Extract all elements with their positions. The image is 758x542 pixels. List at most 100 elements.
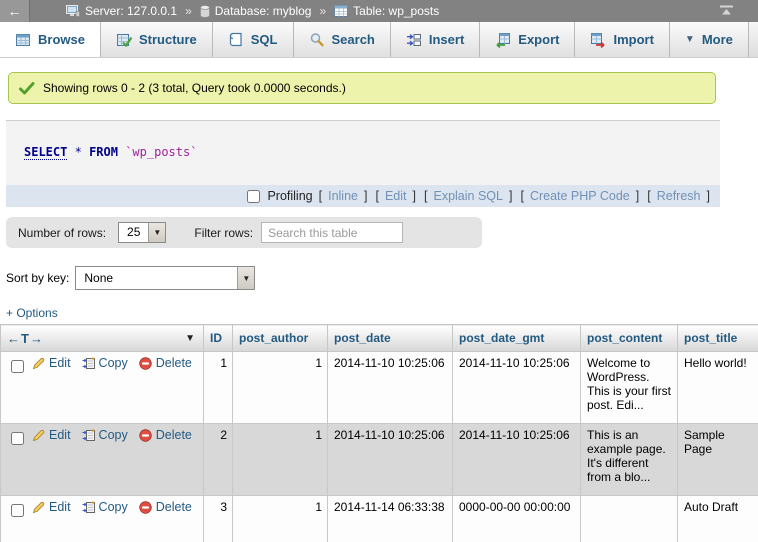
delete-action[interactable]: Delete	[139, 428, 192, 442]
row-checkbox[interactable]	[11, 432, 24, 445]
inline-link[interactable]: Inline	[328, 189, 358, 203]
column-header-post-date[interactable]: post_date	[328, 325, 453, 352]
copy-action[interactable]: Copy	[82, 500, 128, 514]
cell-post-title: Sample Page	[678, 424, 758, 496]
copy-action[interactable]: Copy	[82, 428, 128, 442]
copy-link[interactable]: Copy	[99, 356, 128, 370]
breadcrumb-database-label[interactable]: Database: myblog	[215, 4, 312, 18]
bracket: [	[373, 189, 380, 203]
cell-post-author: 1	[233, 352, 328, 424]
sort-desc-icon[interactable]: ▼	[185, 333, 195, 344]
tab-sql[interactable]: SQL	[213, 22, 294, 57]
options-toggle: + Options	[6, 306, 758, 320]
breadcrumb: Server: 127.0.0.1 » Database: myblog » T…	[66, 4, 439, 18]
select-caret-icon: ▼	[153, 228, 161, 237]
number-of-rows-label: Number of rows:	[18, 226, 106, 240]
column-order-icon[interactable]: ←T→	[7, 331, 44, 346]
bracket: [	[422, 189, 429, 203]
tab-search[interactable]: Search	[294, 22, 391, 57]
column-header-post-title[interactable]: post_title	[678, 325, 758, 352]
copy-icon	[82, 501, 95, 514]
structure-icon	[116, 32, 132, 48]
tab-browse[interactable]: Browse	[0, 22, 101, 57]
create-php-code-link[interactable]: Create PHP Code	[530, 189, 630, 203]
tab-structure[interactable]: Structure	[101, 22, 213, 57]
pencil-icon	[32, 501, 45, 514]
row-actions: Edit Copy Delete	[1, 424, 204, 496]
breadcrumb-server-label[interactable]: Server: 127.0.0.1	[85, 4, 177, 18]
delete-link[interactable]: Delete	[156, 356, 192, 370]
breadcrumb-server[interactable]: Server: 127.0.0.1	[66, 4, 177, 18]
options-link[interactable]: + Options	[6, 306, 58, 320]
collapse-navigation-button[interactable]	[719, 5, 734, 19]
copy-action[interactable]: Copy	[82, 356, 128, 370]
edit-query-link[interactable]: Edit	[385, 189, 407, 203]
tab-more-label: More	[702, 32, 733, 47]
more-caret-icon: ▼	[685, 34, 695, 45]
number-of-rows-select[interactable]: 25 ▼	[118, 222, 166, 243]
edit-action[interactable]: Edit	[32, 500, 71, 514]
column-header-post-author[interactable]: post_author	[233, 325, 328, 352]
bracket: ]	[705, 189, 712, 203]
cell-post-date: 2014-11-10 10:25:06	[328, 352, 453, 424]
column-header-post-content[interactable]: post_content	[581, 325, 678, 352]
row-checkbox[interactable]	[11, 360, 24, 373]
edit-link[interactable]: Edit	[49, 428, 71, 442]
sort-by-key-select[interactable]: None ▼	[75, 266, 255, 290]
database-icon	[200, 5, 210, 18]
tab-export[interactable]: Export	[480, 22, 575, 57]
cell-post-date-gmt: 0000-00-00 00:00:00	[453, 496, 581, 542]
sql-keyword-from: FROM	[89, 145, 118, 159]
tab-sql-label: SQL	[251, 32, 278, 47]
cell-id: 1	[204, 352, 233, 424]
sort-by-key-value: None	[76, 267, 237, 289]
column-header-id[interactable]: ID	[204, 325, 233, 352]
tab-export-label: Export	[518, 32, 559, 47]
delete-link[interactable]: Delete	[156, 500, 192, 514]
search-icon	[309, 32, 325, 48]
tab-more[interactable]: ▼ More	[670, 22, 749, 57]
tab-import[interactable]: Import	[575, 22, 669, 57]
row-actions: Edit Copy Delete	[1, 352, 204, 424]
sort-row: Sort by key: None ▼	[6, 266, 758, 290]
tab-insert[interactable]: Insert	[391, 22, 480, 57]
edit-action[interactable]: Edit	[32, 356, 71, 370]
edit-link[interactable]: Edit	[49, 500, 71, 514]
breadcrumb-bar: ← Server: 127.0.0.1 » Database: myblog »…	[0, 0, 758, 22]
copy-icon	[82, 429, 95, 442]
back-button[interactable]: ←	[0, 0, 30, 22]
pencil-icon	[32, 429, 45, 442]
breadcrumb-table-label[interactable]: Table: wp_posts	[353, 4, 439, 18]
delete-icon	[139, 357, 152, 370]
row-checkbox[interactable]	[11, 504, 24, 517]
delete-icon	[139, 429, 152, 442]
sql-keyword-select: SELECT	[24, 145, 67, 160]
explain-sql-link[interactable]: Explain SQL	[433, 189, 502, 203]
number-of-rows-value: 25	[119, 223, 148, 242]
cell-post-date-gmt: 2014-11-10 10:25:06	[453, 424, 581, 496]
refresh-link[interactable]: Refresh	[657, 189, 701, 203]
column-header-post-date-gmt[interactable]: post_date_gmt	[453, 325, 581, 352]
bracket: [	[518, 189, 525, 203]
cell-id: 3	[204, 496, 233, 542]
edit-link[interactable]: Edit	[49, 356, 71, 370]
edit-action[interactable]: Edit	[32, 428, 71, 442]
delete-icon	[139, 501, 152, 514]
delete-action[interactable]: Delete	[139, 356, 192, 370]
filter-rows-input[interactable]	[261, 222, 403, 243]
copy-link[interactable]: Copy	[99, 500, 128, 514]
table-row: EditCopyDelete 3 1 2014-11-14 06:33:38 0…	[1, 496, 758, 542]
cell-post-title: Hello world!	[678, 352, 758, 424]
breadcrumb-database[interactable]: Database: myblog	[200, 4, 312, 18]
insert-icon	[406, 32, 422, 48]
success-message-text: Showing rows 0 - 2 (3 total, Query took …	[43, 81, 346, 95]
breadcrumb-table[interactable]: Table: wp_posts	[334, 4, 439, 18]
sql-icon	[228, 32, 244, 48]
copy-link[interactable]: Copy	[99, 428, 128, 442]
delete-link[interactable]: Delete	[156, 428, 192, 442]
actions-column-header[interactable]: ←T→ ▼	[1, 325, 204, 352]
profiling-checkbox[interactable]	[247, 190, 260, 203]
table-row: EditCopyDelete 1 1 2014-11-10 10:25:06 2…	[1, 352, 758, 424]
delete-action[interactable]: Delete	[139, 500, 192, 514]
pencil-icon	[32, 357, 45, 370]
